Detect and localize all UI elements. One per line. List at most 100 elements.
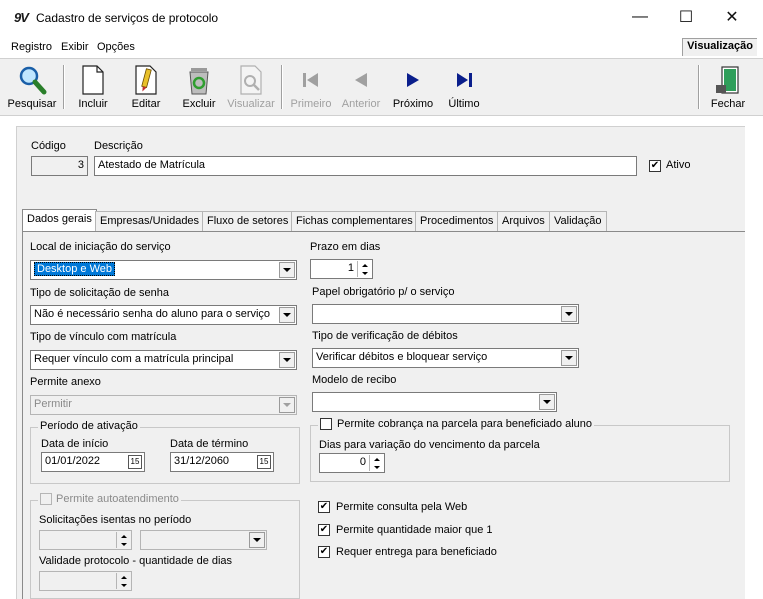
- minimize-button[interactable]: —: [617, 0, 663, 34]
- calendar-icon[interactable]: 15: [128, 455, 142, 469]
- isentas-periodo-combo[interactable]: [140, 530, 267, 550]
- validade-spin-field[interactable]: [39, 571, 132, 591]
- isentas-label: Solicitações isentas no período: [39, 514, 192, 526]
- tipo-senha-combo[interactable]: Não é necessário senha do aluno para o s…: [30, 305, 297, 325]
- next-record-icon: [398, 65, 428, 95]
- codigo-label: Código: [31, 140, 66, 152]
- anexo-combo[interactable]: Permitir: [30, 395, 297, 415]
- first-record-icon: [296, 65, 326, 95]
- tab-fichas-complementares[interactable]: Fichas complementares: [291, 211, 418, 231]
- app-logo-icon: 9V: [14, 10, 29, 25]
- recycle-bin-icon: [184, 65, 214, 95]
- tab-empresas-unidades[interactable]: Empresas/Unidades: [95, 211, 205, 231]
- ativo-label: Ativo: [666, 159, 691, 171]
- tipo-senha-label: Tipo de solicitação de senha: [30, 287, 170, 299]
- check-consulta-web[interactable]: ✔ Permite consulta pela Web: [318, 501, 467, 513]
- periodo-title: Período de ativação: [38, 420, 140, 432]
- menu-bar: Registro Exibir Opções: [0, 38, 763, 58]
- title-bar: 9V Cadastro de serviços de protocolo — ☐…: [0, 0, 763, 36]
- chevron-down-icon[interactable]: [561, 306, 577, 322]
- edit-button[interactable]: Editar: [118, 65, 174, 117]
- vinculo-combo[interactable]: Requer vínculo com a matrícula principal: [30, 350, 297, 370]
- chevron-down-icon[interactable]: [279, 307, 295, 323]
- edit-pencil-icon: [131, 65, 161, 95]
- chevron-down-icon[interactable]: [249, 532, 265, 548]
- calendar-icon[interactable]: 15: [257, 455, 271, 469]
- codigo-field[interactable]: 3: [31, 156, 88, 176]
- checkmark-icon: ✔: [650, 160, 660, 171]
- check-requer-entrega[interactable]: ✔ Requer entrega para beneficiado: [318, 546, 497, 558]
- inicio-date-field[interactable]: 01/01/2022 15: [41, 452, 145, 472]
- termino-label: Data de término: [170, 438, 249, 450]
- next-record-button[interactable]: Próximo: [385, 65, 441, 117]
- previous-record-button[interactable]: Anterior: [333, 65, 389, 117]
- chevron-down-icon: [279, 397, 295, 413]
- tab-validacao[interactable]: Validação: [549, 211, 607, 231]
- magnifier-icon: [17, 65, 47, 95]
- checkmark-icon: ✔: [319, 524, 329, 535]
- prazo-label: Prazo em dias: [310, 241, 381, 253]
- dias-spin-field[interactable]: 0: [319, 453, 385, 473]
- spin-arrows-icon[interactable]: [357, 261, 371, 277]
- view-button[interactable]: Visualizar: [223, 65, 279, 117]
- local-label: Local de iniciação do serviço: [30, 241, 171, 253]
- search-button[interactable]: Pesquisar: [4, 65, 60, 117]
- menu-registro[interactable]: Registro: [11, 41, 52, 53]
- menu-exibir[interactable]: Exibir: [61, 41, 89, 53]
- new-page-icon: [78, 65, 108, 95]
- anexo-label: Permite anexo: [30, 376, 101, 388]
- descricao-field[interactable]: Atestado de Matrícula: [94, 156, 637, 176]
- exit-door-icon: [713, 65, 743, 95]
- chevron-down-icon[interactable]: [279, 262, 295, 278]
- autoatendimento-checkbox[interactable]: [40, 493, 52, 505]
- recibo-label: Modelo de recibo: [312, 374, 397, 386]
- inicio-label: Data de início: [41, 438, 109, 450]
- papel-combo[interactable]: [312, 304, 579, 324]
- termino-date-field[interactable]: 31/12/2060 15: [170, 452, 274, 472]
- checkbox[interactable]: ✔: [318, 524, 330, 536]
- tab-fluxo-setores[interactable]: Fluxo de setores: [202, 211, 294, 231]
- maximize-button[interactable]: ☐: [663, 0, 709, 34]
- spin-arrows-icon[interactable]: [116, 532, 130, 548]
- mode-label: Visualização: [682, 38, 757, 56]
- chevron-down-icon[interactable]: [561, 350, 577, 366]
- checkmark-icon: ✔: [319, 546, 329, 557]
- ativo-checkbox[interactable]: ✔: [649, 160, 661, 172]
- spin-arrows-icon[interactable]: [116, 573, 130, 589]
- checkmark-icon: ✔: [319, 501, 329, 512]
- last-record-icon: [449, 65, 479, 95]
- view-page-icon: [236, 65, 266, 95]
- validade-label: Validade protocolo - quantidade de dias: [39, 555, 233, 567]
- checkbox[interactable]: ✔: [318, 501, 330, 513]
- vinculo-label: Tipo de vínculo com matrícula: [30, 331, 177, 343]
- tab-arquivos[interactable]: Arquivos: [497, 211, 550, 231]
- descricao-label: Descrição: [94, 140, 143, 152]
- cobranca-title: Permite cobrança na parcela para benefic…: [318, 418, 594, 430]
- check-quantidade-maior[interactable]: ✔ Permite quantidade maior que 1: [318, 524, 493, 536]
- toolbar: Pesquisar Incluir Editar Excluir Visuali…: [0, 58, 763, 116]
- close-button[interactable]: ✕: [709, 0, 755, 34]
- dias-label: Dias para variação do vencimento da parc…: [319, 439, 540, 451]
- checkbox[interactable]: ✔: [318, 546, 330, 558]
- debitos-combo[interactable]: Verificar débitos e bloquear serviço: [312, 348, 579, 368]
- chevron-down-icon[interactable]: [279, 352, 295, 368]
- debitos-label: Tipo de verificação de débitos: [312, 330, 458, 342]
- menu-opcoes[interactable]: Opções: [97, 41, 135, 53]
- window-title: Cadastro de serviços de protocolo: [36, 11, 219, 25]
- close-form-button[interactable]: Fechar: [700, 65, 756, 117]
- delete-button[interactable]: Excluir: [171, 65, 227, 117]
- cobranca-checkbox[interactable]: [320, 418, 332, 430]
- prazo-spin-field[interactable]: 1: [310, 259, 373, 279]
- recibo-combo[interactable]: [312, 392, 557, 412]
- tab-dados-gerais[interactable]: Dados gerais: [22, 209, 97, 232]
- chevron-down-icon[interactable]: [539, 394, 555, 410]
- first-record-button[interactable]: Primeiro: [283, 65, 339, 117]
- isentas-spin-field[interactable]: [39, 530, 132, 550]
- tab-procedimentos[interactable]: Procedimentos: [415, 211, 499, 231]
- spin-arrows-icon[interactable]: [369, 455, 383, 471]
- previous-record-icon: [346, 65, 376, 95]
- local-combo[interactable]: Desktop e Web: [30, 260, 297, 280]
- new-button[interactable]: Incluir: [65, 65, 121, 117]
- last-record-button[interactable]: Último: [436, 65, 492, 117]
- papel-label: Papel obrigatório p/ o serviço: [312, 286, 455, 298]
